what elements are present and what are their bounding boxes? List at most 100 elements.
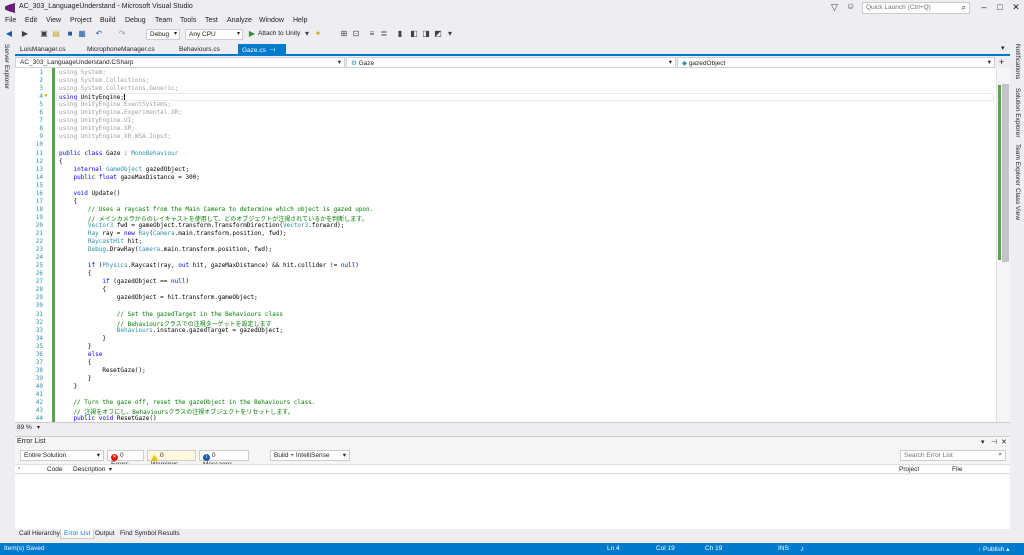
open-folder-icon[interactable]: ▤ <box>52 30 60 38</box>
line-number: 8 <box>39 125 43 133</box>
menu-help[interactable]: Help <box>293 17 307 24</box>
tab-error-list[interactable]: Error List <box>60 529 95 539</box>
redo-icon[interactable]: ↷ <box>118 30 126 38</box>
split-window-icon[interactable]: + <box>999 57 1004 67</box>
warnings-filter-button[interactable]: !0 Warnings <box>147 450 196 468</box>
lightbulb-icon[interactable]: ● <box>44 93 48 99</box>
code-line: using UnityEngine.Experimental.XR; <box>59 109 182 117</box>
member-dropdown[interactable]: ◆ gazedObject ▾ <box>677 57 995 68</box>
chevron-down-icon: ▾ <box>342 452 346 459</box>
pin-icon[interactable]: ⊣ <box>270 47 276 54</box>
close-icon[interactable]: ✕ <box>1001 438 1007 446</box>
build-source-dropdown[interactable]: Build + IntelliSense ▾ <box>270 450 350 461</box>
quick-launch-input[interactable]: Quick Launch (Ctrl+Q) ⌕ <box>862 2 970 14</box>
save-icon[interactable]: ■ <box>66 30 74 38</box>
solution-configuration-dropdown[interactable]: Debug ▾ <box>146 29 180 40</box>
menu-test[interactable]: Test <box>205 17 218 24</box>
configuration-value: Debug <box>150 31 170 38</box>
line-indicator: Ln 4 <box>607 545 620 552</box>
tab-luismanager[interactable]: LuisManager.cs <box>16 44 82 55</box>
code-line: if (Physics.Raycast(ray, out hit, gazeMa… <box>87 262 359 270</box>
line-number: 39 <box>35 374 43 382</box>
code-line: using System.Collections.Generic; <box>59 85 179 93</box>
search-error-list-input[interactable]: Search Error List ⌕ <box>900 450 1006 461</box>
server-explorer-tab[interactable]: Server Explorer <box>3 44 10 89</box>
editor-vertical-scrollbar[interactable] <box>996 68 1010 422</box>
flame-icon[interactable]: ✦ <box>314 30 322 38</box>
save-all-icon[interactable]: ▦ <box>78 30 86 38</box>
attach-to-unity-button[interactable]: Attach to Unity <box>258 30 300 37</box>
feedback-icon[interactable]: ☺ <box>846 1 855 11</box>
tab-gaze[interactable]: Gaze.cs ⊣ ✕ <box>238 44 286 62</box>
filter-icon[interactable]: ▽ <box>831 2 838 13</box>
new-project-icon[interactable]: ▣ <box>40 30 48 38</box>
menu-debug[interactable]: Debug <box>125 17 146 24</box>
type-dropdown[interactable]: ⚙ Gaze ▾ <box>346 57 676 68</box>
toolbar-icon-3[interactable]: ≡ <box>368 30 376 38</box>
warning-icon: ! <box>151 454 158 461</box>
project-dropdown[interactable]: AC_303_LanguageUnderstand.CSharp ▾ <box>15 57 345 68</box>
overflow-icon[interactable]: ▾ <box>446 30 454 38</box>
publish-button[interactable]: ↑ Publish ▴ <box>978 545 1009 553</box>
class-view-tab[interactable]: Class View <box>1014 188 1021 220</box>
line-number: 32 <box>35 318 43 326</box>
close-button[interactable]: ✕ <box>1008 1 1024 14</box>
chevron-down-icon[interactable]: ▾ <box>37 424 40 431</box>
code-line: { <box>59 358 92 366</box>
tab-behaviours[interactable]: Behaviours.cs <box>175 44 237 55</box>
tab-overflow-icon[interactable]: ▾ <box>1001 44 1005 52</box>
column-code[interactable]: Code <box>47 466 63 473</box>
bookmark-next-icon[interactable]: ◨ <box>422 30 430 38</box>
notifications-tab[interactable]: Notifications <box>1014 44 1021 79</box>
menu-analyze[interactable]: Analyze <box>227 17 252 24</box>
pin-icon[interactable]: ⊣ <box>991 438 997 446</box>
line-number: 2 <box>39 77 43 85</box>
code-line: RaycastHit hit; <box>87 238 143 246</box>
column-description[interactable]: Description <box>73 466 106 473</box>
bookmark-prev-icon[interactable]: ◧ <box>410 30 418 38</box>
column-file[interactable]: File <box>952 466 962 473</box>
forward-icon[interactable]: ▶ <box>21 30 29 38</box>
menu-team[interactable]: Team <box>155 17 172 24</box>
line-number: 1 <box>39 69 43 76</box>
maximize-button[interactable]: □ <box>992 1 1008 14</box>
minimize-button[interactable]: – <box>976 1 992 14</box>
tab-microphonemanager[interactable]: MicrophoneManager.cs <box>83 44 173 55</box>
notification-bell-icon[interactable]: ♪ <box>800 544 804 553</box>
menu-edit[interactable]: Edit <box>25 17 37 24</box>
tab-call-hierarchy[interactable]: Call Hierarchy <box>16 529 63 538</box>
back-icon[interactable]: ◀ <box>5 30 13 38</box>
column-project[interactable]: Project <box>899 466 919 473</box>
undo-icon[interactable]: ↶ <box>95 30 103 38</box>
menu-window[interactable]: Window <box>259 17 284 24</box>
chevron-down-icon[interactable]: ▾ <box>981 438 985 446</box>
tab-output[interactable]: Output <box>92 529 118 538</box>
solution-platform-dropdown[interactable]: Any CPU ▾ <box>185 29 243 40</box>
tab-find-symbol-results[interactable]: Find Symbol Results <box>117 529 183 538</box>
menu-project[interactable]: Project <box>70 17 92 24</box>
menu-tools[interactable]: Tools <box>180 17 196 24</box>
zoom-level[interactable]: 89 % <box>17 424 32 431</box>
line-number: 34 <box>35 334 43 342</box>
scope-dropdown[interactable]: Entire Solution ▾ <box>20 450 104 461</box>
scrollbar-thumb[interactable] <box>1002 84 1009 262</box>
play-icon[interactable]: ▶ <box>248 30 256 38</box>
quick-launch-placeholder: Quick Launch (Ctrl+Q) <box>866 4 931 11</box>
line-number: 13 <box>35 165 43 173</box>
toolbar-icon-1[interactable]: ⊞ <box>340 30 348 38</box>
bookmark-clear-icon[interactable]: ◩ <box>434 30 442 38</box>
toolbar-icon-2[interactable]: ⊡ <box>352 30 360 38</box>
menu-file[interactable]: File <box>5 17 16 24</box>
search-icon: ⌕ <box>961 3 966 12</box>
chevron-down-icon[interactable]: ▾ <box>303 30 311 38</box>
toolbar-icon-4[interactable]: ≣ <box>380 30 388 38</box>
errors-filter-button[interactable]: ✕0 Errors <box>107 450 144 468</box>
code-editor[interactable]: 1 using System; 2 using System.Collections;… <box>15 68 996 422</box>
messages-filter-button[interactable]: i0 Messages <box>199 450 249 468</box>
menu-build[interactable]: Build <box>100 17 116 24</box>
menu-view[interactable]: View <box>46 17 61 24</box>
code-line: { <box>59 197 78 205</box>
team-explorer-tab[interactable]: Team Explorer <box>1014 144 1021 186</box>
solution-explorer-tab[interactable]: Solution Explorer <box>1014 88 1021 138</box>
bookmark-icon[interactable]: ▮ <box>396 30 404 38</box>
